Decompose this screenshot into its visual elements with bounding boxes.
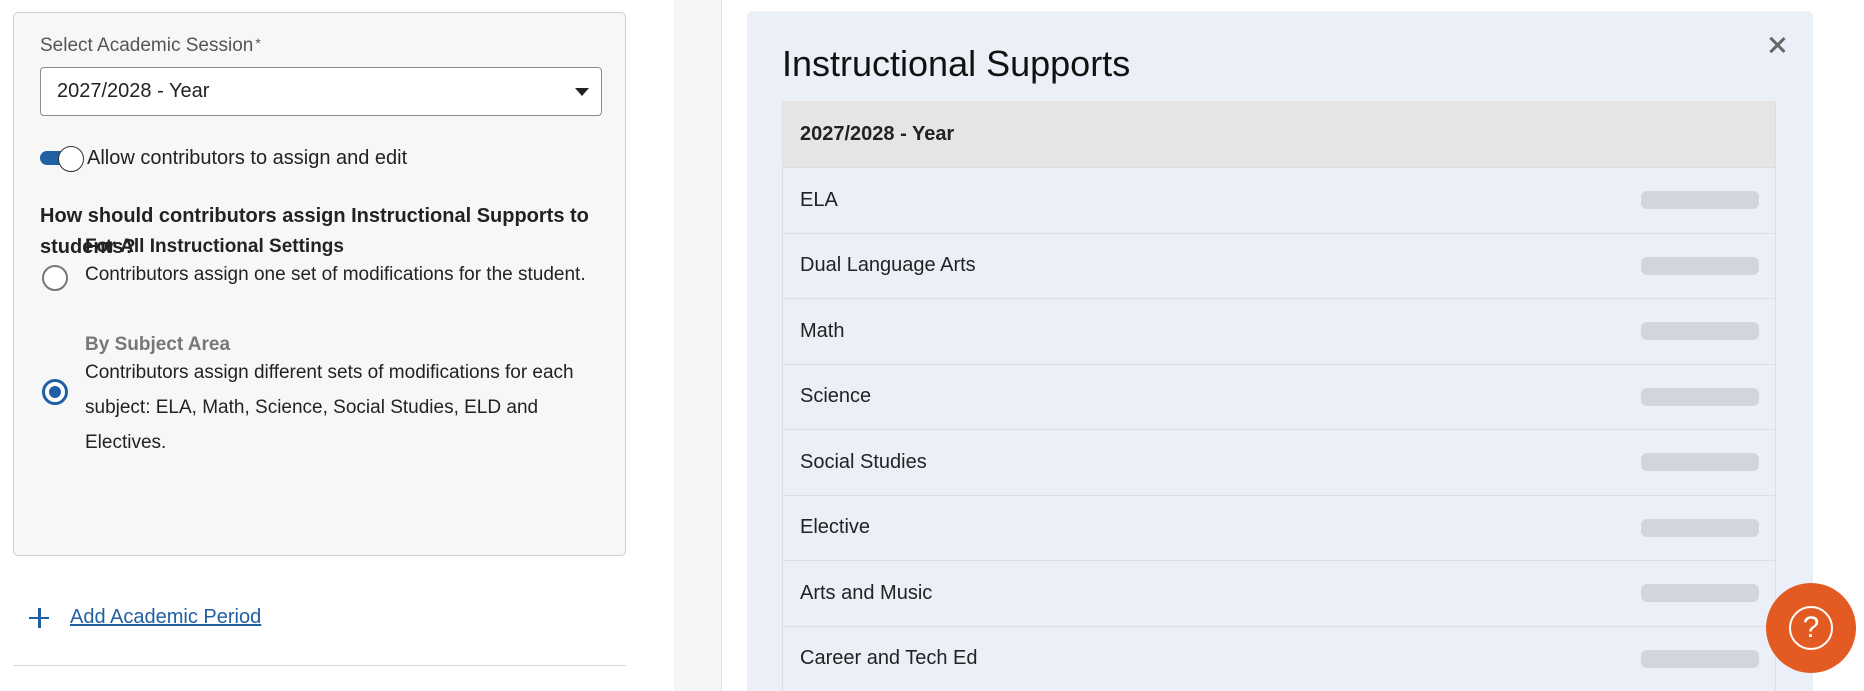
allow-contributors-toggle[interactable] (40, 146, 86, 172)
option-title-all-settings: For All Instructional Settings (85, 236, 344, 257)
subject-name: ELA (800, 188, 838, 211)
panel-title: Instructional Supports (782, 43, 1131, 84)
session-label: Select Academic Session * (40, 35, 261, 57)
option-title-by-subject: By Subject Area (85, 334, 231, 355)
instructional-supports-panel: Instructional Supports 2027/2028 - Year … (747, 11, 1813, 691)
table-row: Career and Tech Ed (783, 625, 1775, 691)
help-icon: ? (1789, 606, 1833, 650)
radio-all-settings[interactable] (42, 265, 68, 291)
loading-placeholder (1641, 256, 1759, 275)
session-select[interactable]: 2027/2028 - Year (40, 67, 602, 116)
subject-name: Math (800, 319, 845, 342)
required-mark: * (255, 35, 261, 51)
table-row: Math (783, 298, 1775, 364)
loading-placeholder (1641, 387, 1759, 406)
loading-placeholder (1641, 191, 1759, 210)
loading-placeholder (1641, 518, 1759, 537)
divider (13, 665, 626, 666)
add-academic-period[interactable]: Add Academic Period (28, 606, 261, 629)
table-row: Elective (783, 494, 1775, 560)
subject-name: Dual Language Arts (800, 254, 976, 277)
plus-icon (28, 607, 50, 629)
loading-placeholder (1641, 584, 1759, 603)
table-row: Social Studies (783, 429, 1775, 495)
subject-name: Arts and Music (800, 581, 933, 604)
subjects-table: 2027/2028 - Year ELA Dual Language Arts … (782, 101, 1776, 691)
loading-placeholder (1641, 649, 1759, 668)
caret-down-icon (575, 88, 589, 96)
session-label-text: Select Academic Session (40, 35, 254, 56)
table-row: Science (783, 363, 1775, 429)
table-row: Arts and Music (783, 560, 1775, 626)
subject-name: Social Studies (800, 450, 927, 473)
option-desc-by-subject: Contributors assign different sets of mo… (85, 362, 574, 453)
subject-name: Science (800, 385, 872, 408)
option-desc-all-settings: Contributors assign one set of modificat… (85, 264, 586, 285)
close-icon[interactable] (1765, 33, 1789, 57)
subject-name: Career and Tech Ed (800, 647, 978, 670)
subject-name: Elective (800, 516, 871, 539)
add-academic-period-link[interactable]: Add Academic Period (70, 606, 261, 629)
session-card: Select Academic Session * 2027/2028 - Yea… (13, 12, 626, 556)
loading-placeholder (1641, 453, 1759, 472)
pane-gutter (674, 0, 722, 691)
toggle-label: Allow contributors to assign and edit (87, 147, 408, 169)
toggle-knob (58, 146, 84, 172)
table-row: ELA (783, 167, 1775, 233)
table-header: 2027/2028 - Year (783, 101, 1775, 167)
help-button[interactable]: ? (1766, 583, 1856, 673)
table-row: Dual Language Arts (783, 232, 1775, 298)
radio-by-subject[interactable] (42, 379, 68, 405)
settings-pane: Select Academic Session * 2027/2028 - Yea… (0, 0, 674, 691)
loading-placeholder (1641, 322, 1759, 341)
session-select-value: 2027/2028 - Year (57, 80, 210, 102)
